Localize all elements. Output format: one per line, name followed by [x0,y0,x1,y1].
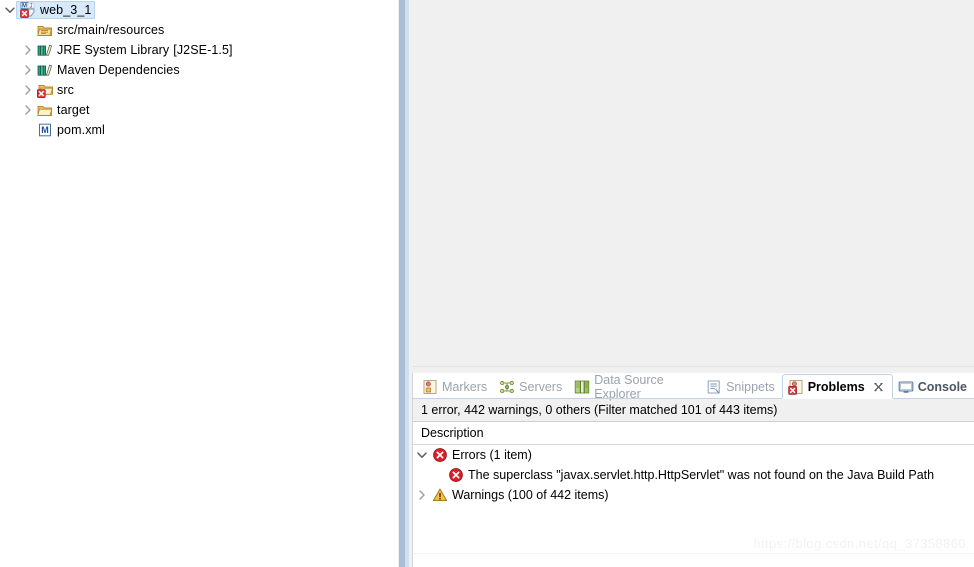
right-column: Markers Servers Data Source Explorer Snippe… [412,0,974,567]
library-icon [36,40,54,60]
tab-snippets[interactable]: Snippets [701,375,782,399]
tree-item-label: web_3_1 [40,3,92,17]
tree-item-label: src [57,83,74,97]
data-source-explorer-icon [574,379,590,395]
problems-summary-label: 1 error, 442 warnings, 0 others (Filter … [413,399,974,422]
tab-problems[interactable]: Problems [781,374,893,399]
tab-label: Servers [519,380,563,394]
tree-item-label: src/main/resources [57,23,165,37]
maven-pom-file-icon: M [36,120,54,140]
tree-item-target[interactable]: target [0,100,398,120]
folder-error-icon [36,80,54,100]
chevron-right-icon[interactable] [413,485,431,505]
tab-label: Markers [442,380,488,394]
console-icon [898,379,914,395]
problems-icon [787,379,804,395]
tree-item-src[interactable]: src [0,80,398,100]
snippets-icon [706,379,722,395]
tree-item-content[interactable]: src/main/resources [36,22,164,38]
vertical-sash-divider[interactable] [398,0,412,567]
tree-item-label: JRE System Library [57,43,170,57]
maven-java-project-error-icon: MJ [19,0,37,20]
tab-label: Problems [807,379,865,394]
problem-group-row[interactable]: Warnings (100 of 442 items) [413,485,974,505]
chevron-right-icon[interactable] [20,80,36,100]
tab-console[interactable]: Console [893,375,974,399]
tree-item-content[interactable]: M Jweb_3_1 [16,0,96,20]
source-folder-icon [36,20,54,40]
library-icon [36,60,54,80]
tab-label: Snippets [726,380,775,394]
editor-area [412,0,974,367]
servers-icon [499,379,515,395]
project-tree[interactable]: M Jweb_3_1 src/main/resources JRE System Li… [0,0,398,140]
error-icon [447,465,465,485]
tab-label: Data Source Explorer [594,373,664,401]
tree-item-jre-system-library[interactable]: JRE System Library [J2SE-1.5] [0,40,398,60]
tree-item-content[interactable]: src [36,82,74,98]
watermark-rule [413,553,974,554]
problem-item-row[interactable]: The superclass "javax.servlet.http.HttpS… [413,465,974,485]
problem-label: The superclass "javax.servlet.http.HttpS… [468,468,935,482]
tree-item-src-main-resources[interactable]: src/main/resources [0,20,398,40]
chevron-down-icon[interactable] [413,445,431,465]
tree-item-content[interactable]: target [36,102,90,118]
warning-icon [431,485,449,505]
tab-servers[interactable]: Servers [494,375,569,399]
tree-item-pom-xml[interactable]: Mpom.xml [0,120,398,140]
svg-text:M: M [41,125,49,135]
problem-label: Warnings (100 of 442 items) [452,488,609,502]
tab-label: Console [917,380,967,394]
problem-label: Errors (1 item) [452,448,532,462]
project-explorer-view: M Jweb_3_1 src/main/resources JRE System Li… [0,0,398,567]
tree-item-label: Maven Dependencies [57,63,180,77]
tree-item-suffix: [J2SE-1.5] [173,43,233,57]
tree-item-content[interactable]: Mpom.xml [36,122,105,138]
tab-data-source-explorer[interactable]: Data Source Explorer [569,373,701,401]
eclipse-workbench: M Jweb_3_1 src/main/resources JRE System Li… [0,0,974,567]
folder-icon [36,100,54,120]
problems-table[interactable]: Errors (1 item) The superclass "javax.ser… [413,445,974,567]
column-header-description[interactable]: Description [413,422,974,445]
problems-view-panel: Markers Servers Data Source Explorer Snippe… [412,373,974,567]
tree-item-web-3-1[interactable]: M Jweb_3_1 [0,0,398,20]
markers-icon [422,379,438,395]
close-icon[interactable] [872,380,885,393]
error-icon [431,445,449,465]
tree-item-label: target [57,103,90,117]
tree-item-content[interactable]: Maven Dependencies [36,62,180,78]
sash-handle-light [405,0,409,567]
tree-item-label: pom.xml [57,123,105,137]
tab-markers[interactable]: Markers [417,375,494,399]
chevron-right-icon[interactable] [20,40,36,60]
chevron-right-icon[interactable] [20,60,36,80]
tree-item-content[interactable]: JRE System Library [J2SE-1.5] [36,42,233,58]
tree-item-maven-dependencies[interactable]: Maven Dependencies [0,60,398,80]
problem-group-row[interactable]: Errors (1 item) [413,445,974,465]
view-tab-bar[interactable]: Markers Servers Data Source Explorer Snippe… [413,373,974,401]
chevron-right-icon[interactable] [20,100,36,120]
